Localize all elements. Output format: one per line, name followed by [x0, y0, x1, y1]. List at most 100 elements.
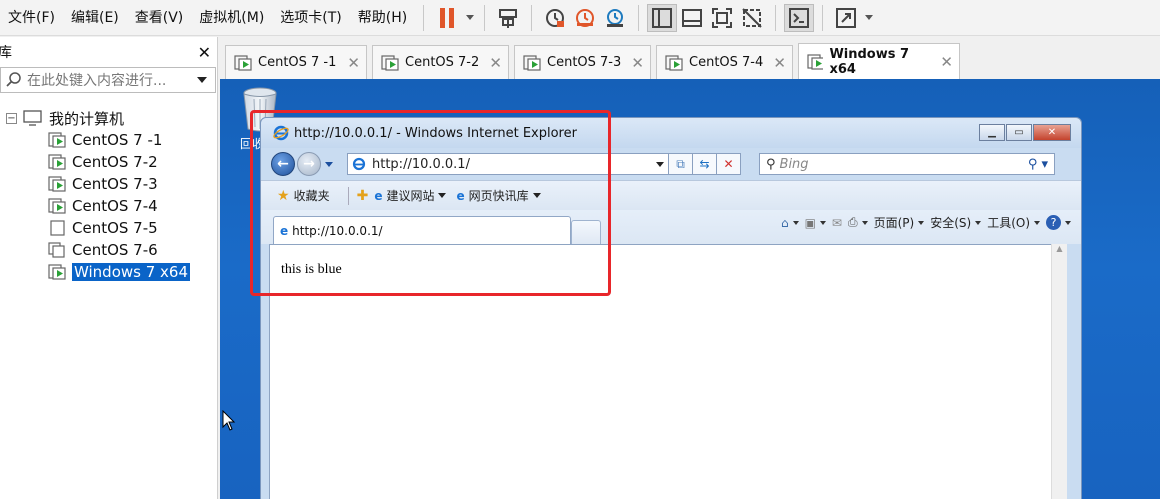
library-view-icon	[652, 7, 673, 28]
tab-centos-7-2[interactable]: CentOS 7-2 ✕	[372, 45, 509, 79]
toolbar-divider	[484, 4, 486, 31]
vm-running-icon	[48, 154, 66, 170]
scroll-up-icon[interactable]: ▲	[1052, 244, 1067, 258]
tab-windows-7-x64[interactable]: Windows 7 x64 ✕	[798, 43, 960, 79]
tools-menu[interactable]: 工具(O)	[987, 214, 1040, 231]
chevron-down-icon	[865, 15, 874, 20]
add-favorite-icon[interactable]: ✚	[357, 188, 369, 204]
safety-menu[interactable]: 安全(S)	[930, 214, 982, 231]
printer-icon: ⎙	[847, 215, 858, 229]
home-button[interactable]: ⌂	[781, 216, 799, 230]
search-icon	[1, 72, 27, 88]
pause-button[interactable]	[432, 4, 462, 32]
web-slice-gallery-link[interactable]: e 网页快讯库	[456, 187, 541, 204]
maximize-button[interactable]: ▭	[1006, 124, 1032, 141]
tab-centos-7-4[interactable]: CentOS 7-4 ✕	[656, 45, 793, 79]
ie-tab-active[interactable]: e http://10.0.0.1/	[273, 216, 571, 244]
search-input[interactable]: ⚲ Bing ⚲ ▾	[759, 153, 1055, 175]
library-search-input[interactable]: 在此处键入内容进行...	[0, 67, 216, 93]
menu-tabs[interactable]: 选项卡(T)	[272, 0, 349, 36]
print-button[interactable]: ⎙	[848, 215, 868, 230]
stretch-icon	[836, 7, 857, 28]
new-tab-button[interactable]	[571, 220, 601, 244]
ie-tab-row: e http://10.0.0.1/ ⌂ ▣ ✉ ⎙ 页面(P) 安全(S) 工…	[261, 210, 1081, 244]
minimize-icon: ▁	[988, 127, 996, 138]
tree-item-centos-7-1[interactable]: CentOS 7 -1	[0, 129, 217, 151]
send-keys-button[interactable]	[493, 4, 523, 32]
close-icon[interactable]: ✕	[631, 54, 644, 72]
arrow-right-icon: →	[303, 156, 315, 172]
rss-icon: ▣	[804, 215, 816, 230]
snapshot-icon	[546, 8, 565, 27]
tree-item-centos-7-6[interactable]: CentOS 7-6	[0, 239, 217, 261]
tree-item-centos-7-4[interactable]: CentOS 7-4	[0, 195, 217, 217]
mail-icon: ✉	[831, 215, 842, 230]
vm-linked-icon	[48, 242, 65, 258]
vm-running-icon	[665, 54, 683, 71]
pause-dropdown[interactable]	[462, 4, 476, 32]
stretch-button[interactable]	[831, 4, 861, 32]
recent-pages-dropdown[interactable]	[325, 161, 333, 167]
close-icon[interactable]: ✕	[198, 43, 211, 62]
close-icon[interactable]: ✕	[940, 53, 953, 71]
fullscreen-button[interactable]	[707, 4, 737, 32]
tree-item-centos-7-2[interactable]: CentOS 7-2	[0, 151, 217, 173]
address-bar[interactable]: http://10.0.0.1/	[347, 153, 669, 175]
forward-button[interactable]: →	[297, 152, 321, 176]
unity-button[interactable]	[737, 4, 767, 32]
tree-item-windows-7-x64[interactable]: Windows 7 x64	[0, 261, 217, 283]
ie-title-bar[interactable]: http://10.0.0.1/ - Windows Internet Expl…	[261, 118, 1081, 148]
chevron-down-icon[interactable]	[197, 77, 207, 83]
menu-edit[interactable]: 编辑(E)	[63, 0, 127, 36]
ie-tab-label: http://10.0.0.1/	[292, 223, 383, 238]
terminal-button[interactable]	[784, 3, 815, 32]
tab-label: CentOS 7-4	[689, 55, 764, 70]
close-icon: ✕	[1047, 127, 1057, 138]
refresh-button[interactable]: ⇆	[693, 153, 717, 175]
tree-item-centos-7-3[interactable]: CentOS 7-3	[0, 173, 217, 195]
snapshot-manager-button[interactable]	[600, 4, 630, 32]
page-menu[interactable]: 页面(P)	[874, 214, 925, 231]
vertical-scrollbar[interactable]: ▲	[1051, 244, 1067, 499]
mail-button[interactable]: ✉	[832, 216, 842, 230]
chevron-down-icon[interactable]	[656, 161, 664, 167]
menu-file[interactable]: 文件(F)	[0, 0, 63, 36]
feeds-button[interactable]: ▣	[805, 216, 826, 230]
tab-centos-7-1[interactable]: CentOS 7 -1 ✕	[225, 45, 367, 79]
close-icon[interactable]: ✕	[489, 54, 502, 72]
menu-help[interactable]: 帮助(H)	[350, 0, 415, 36]
tree-root-my-computer[interactable]: − 我的计算机	[0, 107, 217, 129]
send-keys-icon	[499, 8, 518, 28]
minimize-button[interactable]: ▁	[979, 124, 1005, 141]
close-icon[interactable]: ✕	[347, 54, 360, 72]
stop-button[interactable]: ✕	[717, 153, 741, 175]
suggested-sites-link[interactable]: e 建议网站	[374, 187, 447, 204]
tab-centos-7-3[interactable]: CentOS 7-3 ✕	[514, 45, 651, 79]
favorites-button[interactable]: ★ 收藏夹	[277, 187, 330, 204]
page-content[interactable]: this is blue	[269, 244, 1053, 499]
library-view-button[interactable]	[647, 3, 678, 32]
menu-vm[interactable]: 虚拟机(M)	[191, 0, 272, 36]
vm-running-icon	[48, 264, 66, 280]
help-button[interactable]: ?	[1046, 215, 1071, 230]
back-button[interactable]: ←	[271, 152, 295, 176]
revert-snapshot-button[interactable]	[570, 4, 600, 32]
console-view-button[interactable]	[677, 4, 707, 32]
favorites-bar: ★ 收藏夹 ✚ e 建议网站 e 网页快讯库	[261, 180, 1081, 210]
close-icon[interactable]: ✕	[773, 54, 786, 72]
menu-view[interactable]: 查看(V)	[127, 0, 192, 36]
vm-display[interactable]: 回收 http://10.0.0.1/ - Windows Internet E…	[220, 79, 1160, 499]
unity-icon	[742, 7, 762, 28]
search-placeholder: Bing	[779, 156, 809, 172]
revert-snapshot-icon	[576, 8, 595, 27]
stretch-dropdown[interactable]	[861, 4, 875, 32]
tree-item-centos-7-5[interactable]: CentOS 7-5	[0, 217, 217, 239]
snapshot-manager-icon	[607, 8, 624, 27]
vm-running-icon	[234, 54, 252, 71]
compatibility-view-button[interactable]: ⧉	[669, 153, 693, 175]
snapshot-button[interactable]	[540, 4, 570, 32]
close-button[interactable]: ✕	[1033, 124, 1071, 141]
search-go-icon[interactable]: ⚲ ▾	[1028, 157, 1048, 172]
collapse-icon[interactable]: −	[6, 112, 17, 124]
ie-window-title: http://10.0.0.1/ - Windows Internet Expl…	[294, 125, 577, 141]
